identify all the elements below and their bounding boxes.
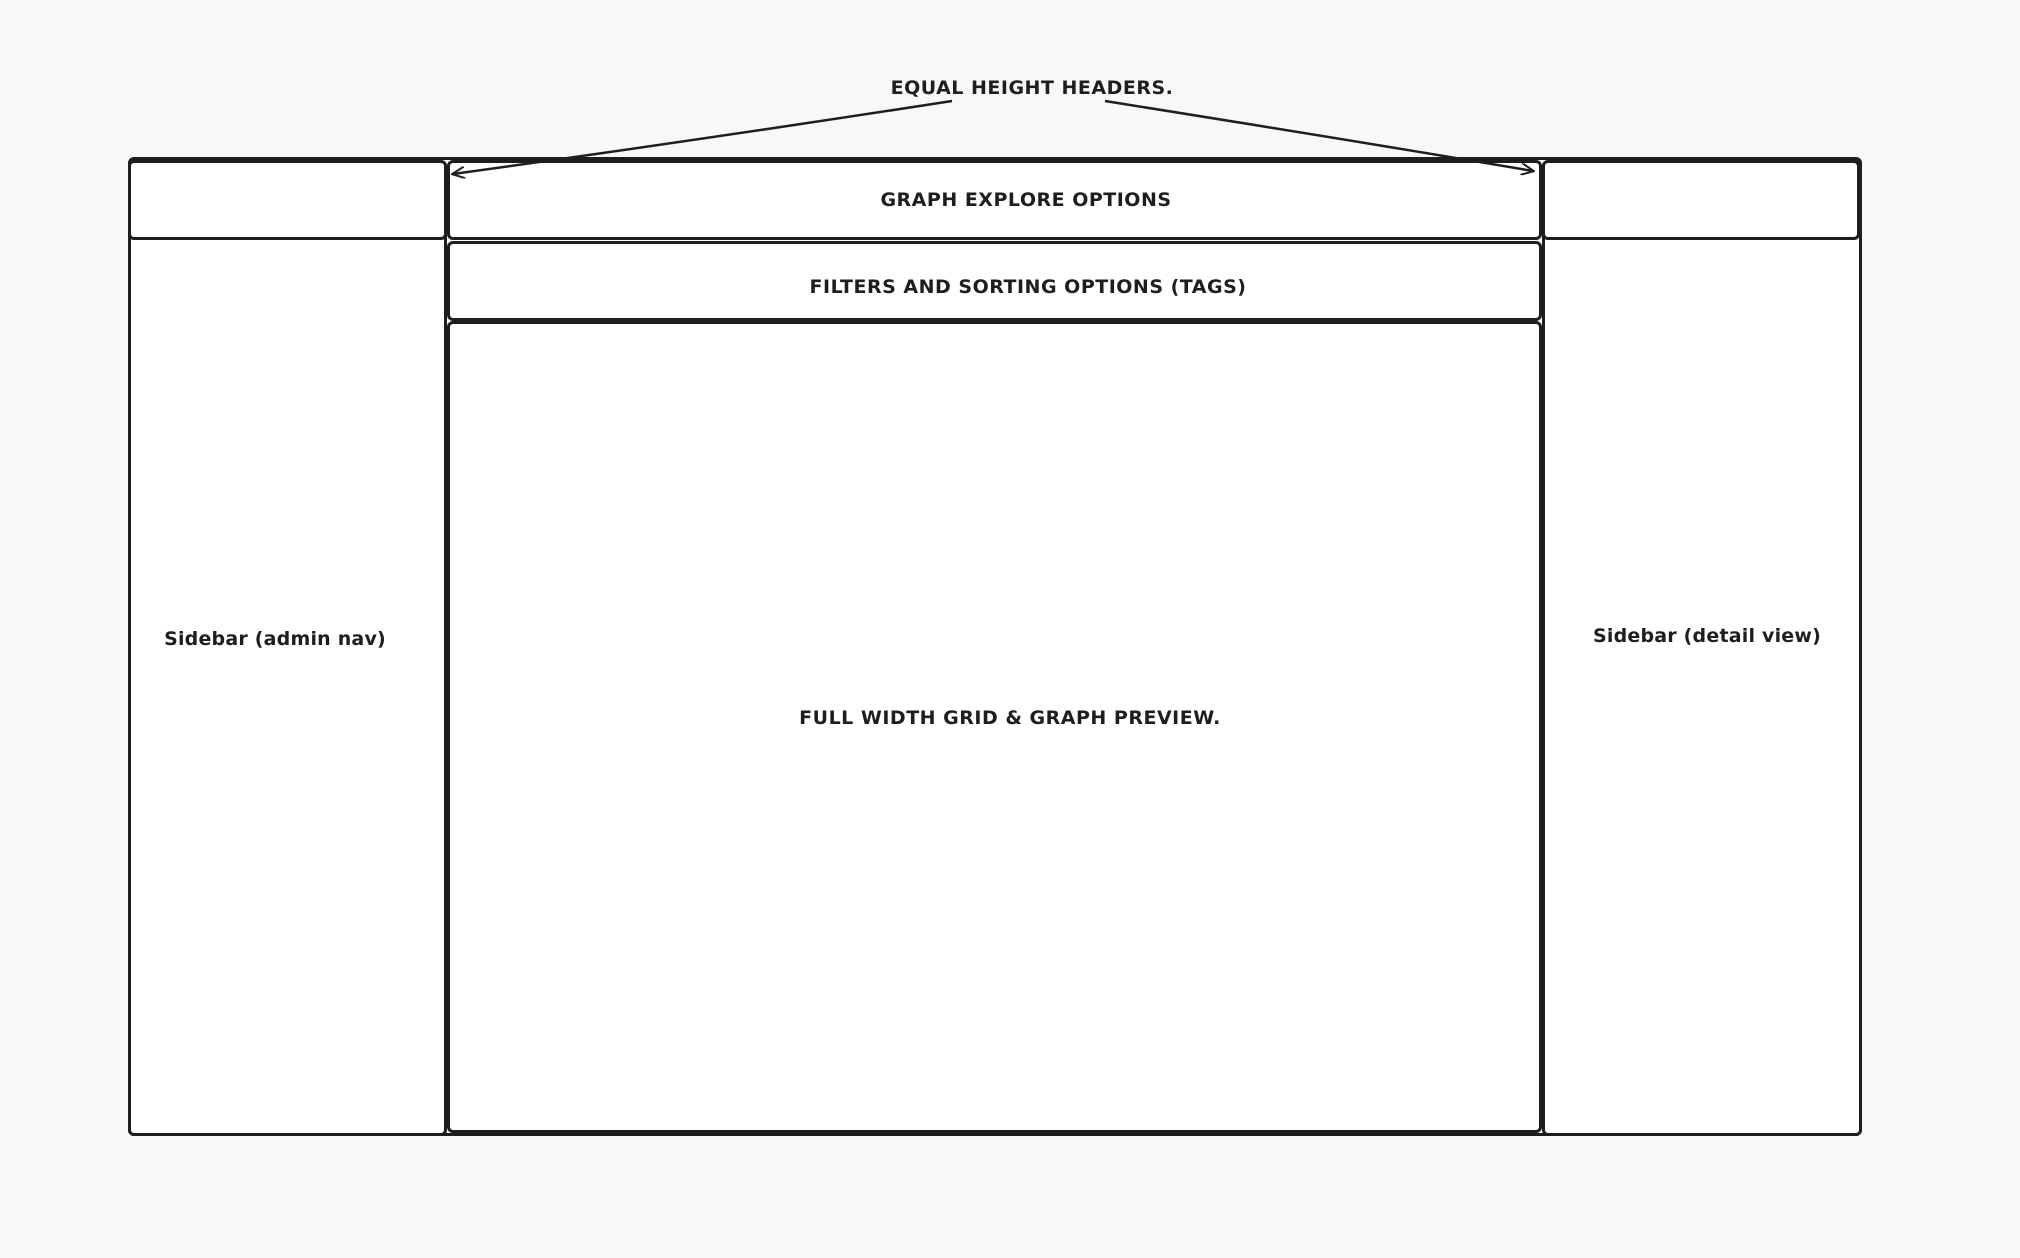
- filters-sorting-label: FILTERS AND SORTING OPTIONS (TAGS): [809, 276, 1247, 298]
- right-sidebar-header: [1542, 160, 1860, 240]
- right-sidebar: [1542, 160, 1862, 1136]
- grid-graph-preview-label: FULL WIDTH GRID & GRAPH PREVIEW.: [799, 707, 1221, 729]
- left-sidebar-label: Sidebar (admin nav): [164, 628, 386, 650]
- annotation-label: EQUAL HEIGHT HEADERS.: [890, 77, 1174, 99]
- right-sidebar-label: Sidebar (detail view): [1592, 625, 1822, 647]
- left-sidebar-header: [128, 160, 447, 240]
- graph-explore-options-label: GRAPH EXPLORE OPTIONS: [880, 189, 1172, 211]
